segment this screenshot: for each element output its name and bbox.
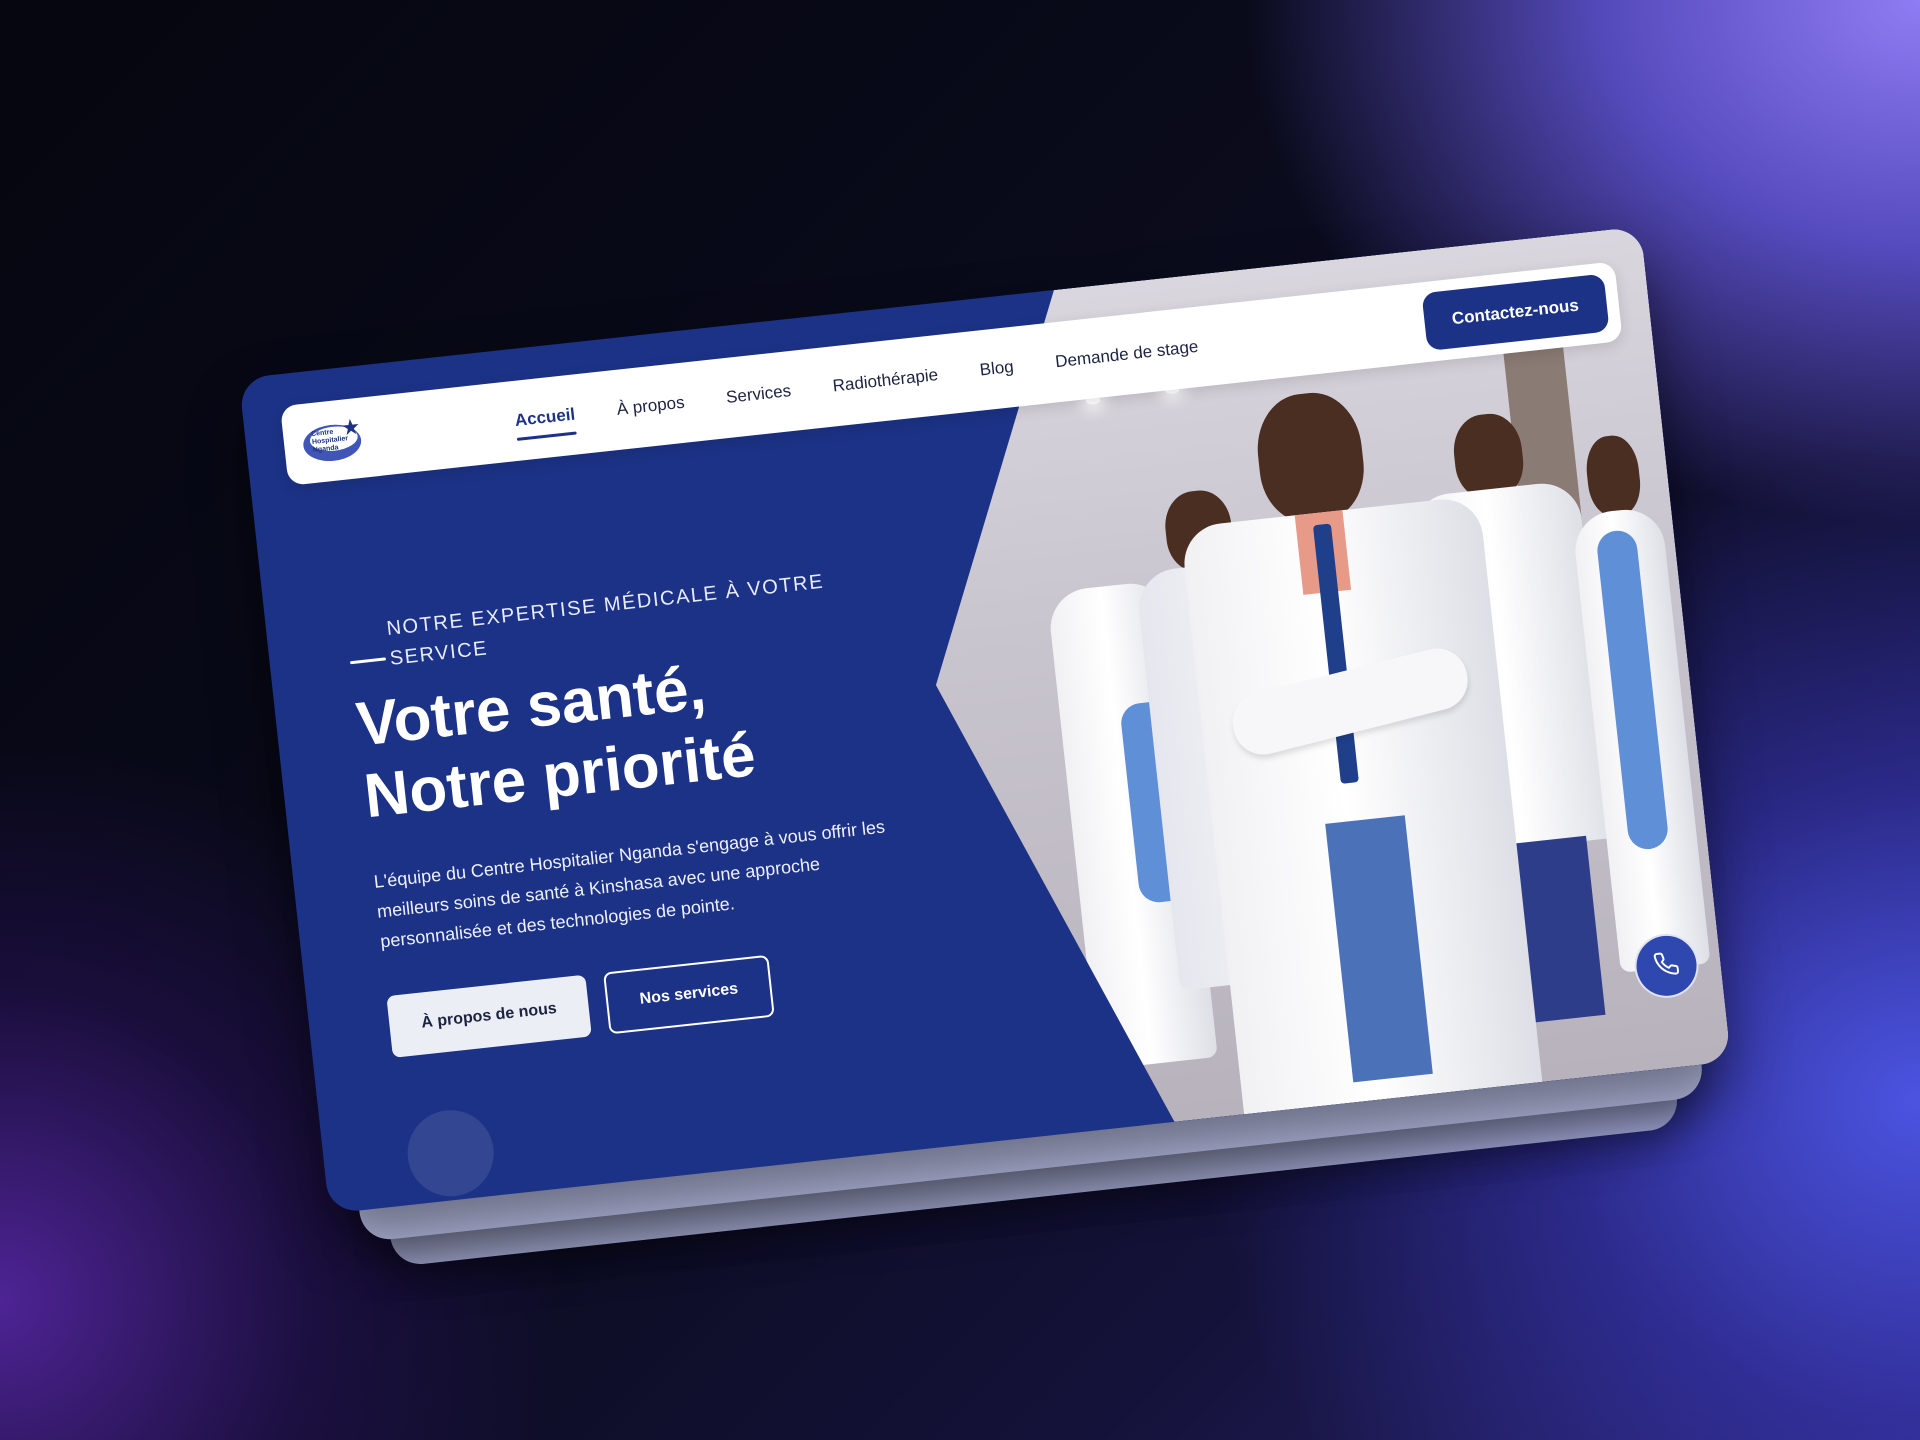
- hero-eyebrow: NOTRE EXPERTISE MÉDICALE À VOTRE SERVICE: [385, 570, 826, 670]
- hero-headline: Votre santé, Notre priorité: [353, 648, 759, 834]
- contact-button[interactable]: Contactez-nous: [1420, 273, 1610, 352]
- decorative-circle: [403, 1105, 499, 1201]
- logo-line-3: Nganda: [312, 444, 339, 454]
- nav-item-blog[interactable]: Blog: [978, 351, 1015, 386]
- logo-text: Centre Hospitalier Nganda: [311, 427, 350, 455]
- nav-item-demande-de-stage[interactable]: Demande de stage: [1054, 331, 1200, 378]
- hospital-logo[interactable]: Centre Hospitalier Nganda: [297, 408, 367, 475]
- nav-item-radiotherapie[interactable]: Radiothérapie: [831, 359, 940, 402]
- nav-item-services[interactable]: Services: [725, 375, 793, 414]
- our-services-button[interactable]: Nos services: [603, 954, 775, 1035]
- nav-item-accueil[interactable]: Accueil: [513, 399, 577, 437]
- eyebrow-dash: [349, 657, 387, 665]
- hero-screen: Centre Hospitalier Nganda Accueil À prop…: [238, 226, 1732, 1214]
- phone-icon: [1652, 949, 1681, 983]
- about-us-button[interactable]: À propos de nous: [386, 974, 592, 1058]
- nav-item-a-propos[interactable]: À propos: [615, 387, 686, 426]
- website-mockup: Centre Hospitalier Nganda Accueil À prop…: [238, 226, 1732, 1268]
- hero-lead: L'équipe du Centre Hospitalier Nganda s'…: [372, 816, 886, 952]
